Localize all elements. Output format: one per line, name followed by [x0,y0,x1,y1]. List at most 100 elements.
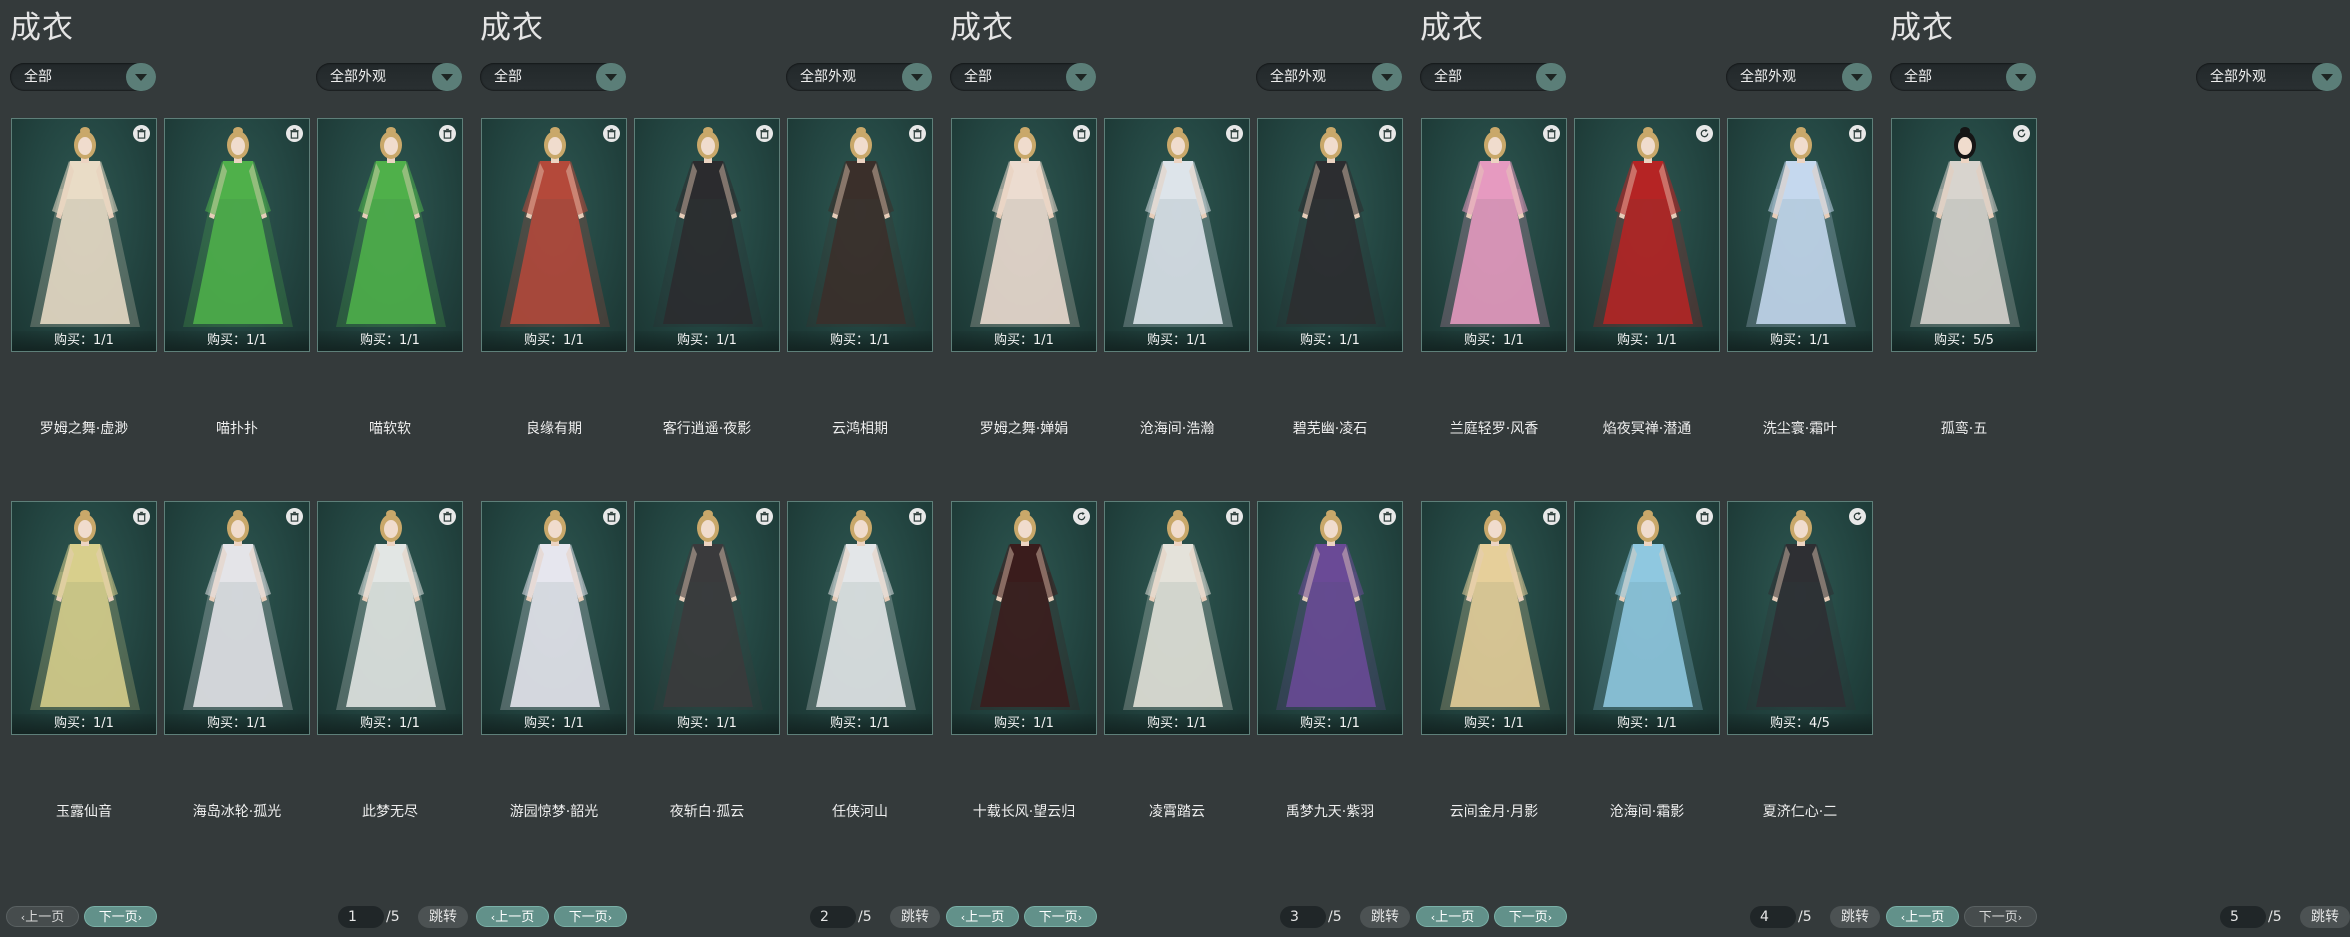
outfit-card[interactable]: 购买：1/1 [951,118,1097,352]
chevron-down-icon[interactable] [596,63,626,91]
prev-page-button[interactable]: ‹上一页 [476,906,549,927]
category-filter-dropdown[interactable]: 全部 [1890,63,2036,91]
outfit-card[interactable]: 购买：1/1 [1574,501,1720,735]
next-page-button[interactable]: 下一页› [1964,906,2037,927]
refresh-icon[interactable] [2013,125,2030,142]
chevron-down-icon[interactable] [1372,63,1402,91]
page-number-input[interactable]: 3 [1280,906,1326,928]
page-number-input[interactable]: 1 [338,906,384,928]
category-filter-dropdown[interactable]: 全部 [10,63,156,91]
outfit-card[interactable]: 购买：1/1 [164,118,310,352]
trash-icon[interactable] [133,508,150,525]
category-filter-dropdown[interactable]: 全部 [480,63,626,91]
trash-icon[interactable] [1849,125,1866,142]
next-page-button[interactable]: 下一页› [1024,906,1097,927]
outfit-card[interactable]: 购买：1/1 [634,501,780,735]
trash-icon[interactable] [286,508,303,525]
jump-button[interactable]: 跳转 [2300,906,2350,928]
outfit-card[interactable]: 购买：1/1 [481,118,627,352]
outfit-card[interactable]: 购买：1/1 [1727,118,1873,352]
outfit-card[interactable]: 购买：1/1 [317,118,463,352]
trash-icon[interactable] [756,508,773,525]
outfit-card[interactable]: 购买：1/1 [787,118,933,352]
outfit-card[interactable]: 购买：1/1 [951,501,1097,735]
trash-icon[interactable] [603,508,620,525]
outfit-preview-figure [1746,510,1856,710]
jump-button[interactable]: 跳转 [890,906,940,928]
jump-button[interactable]: 跳转 [1830,906,1880,928]
refresh-icon[interactable] [1073,508,1090,525]
chevron-down-icon[interactable] [1066,63,1096,91]
category-filter-value: 全部 [1904,69,1932,85]
trash-icon[interactable] [1073,125,1090,142]
jump-button[interactable]: 跳转 [418,906,468,928]
outfit-card[interactable]: 购买：1/1 [1257,118,1403,352]
category-filter-dropdown[interactable]: 全部 [1420,63,1566,91]
appearance-filter-dropdown[interactable]: 全部外观 [786,63,932,91]
trash-icon[interactable] [1543,508,1560,525]
chevron-down-icon[interactable] [126,63,156,91]
trash-icon[interactable] [756,125,773,142]
chevron-down-icon[interactable] [2312,63,2342,91]
trash-icon[interactable] [1543,125,1560,142]
category-filter-dropdown[interactable]: 全部 [950,63,1096,91]
outfit-card[interactable]: 购买：1/1 [1257,501,1403,735]
page-jumper: 4/5 跳转 [1750,906,1882,928]
trash-icon[interactable] [1696,508,1713,525]
prev-page-button[interactable]: ‹上一页 [1416,906,1489,927]
outfit-card[interactable]: 购买：1/1 [1104,118,1250,352]
trash-icon[interactable] [603,125,620,142]
appearance-filter-dropdown[interactable]: 全部外观 [1256,63,1402,91]
next-page-button[interactable]: 下一页› [84,906,157,927]
page-number-input[interactable]: 2 [810,906,856,928]
outfit-card[interactable]: 购买：1/1 [1421,118,1567,352]
trash-icon[interactable] [133,125,150,142]
appearance-filter-dropdown[interactable]: 全部外观 [316,63,462,91]
outfit-card[interactable]: 购买：1/1 [1104,501,1250,735]
wardrobe-panel: 成衣 全部 全部外观 购买：1/1 兰庭轻罗·风香 购买：1/1 焰夜冥禅·潜通 购买：1/1… [1410,0,1880,937]
outfit-card[interactable]: 购买：1/1 [1574,118,1720,352]
outfit-card[interactable]: 购买：1/1 [481,501,627,735]
trash-icon[interactable] [1226,125,1243,142]
trash-icon[interactable] [286,125,303,142]
outfit-card[interactable]: 购买：1/1 [317,501,463,735]
chevron-down-icon[interactable] [1842,63,1872,91]
appearance-filter-dropdown[interactable]: 全部外观 [2196,63,2342,91]
prev-page-button[interactable]: ‹上一页 [1886,906,1959,927]
outfit-name: 夏济仁心·二 [1762,804,1838,820]
outfit-preview-figure [500,510,610,710]
page-number-input[interactable]: 5 [2220,906,2266,928]
chevron-down-icon[interactable] [432,63,462,91]
appearance-filter-dropdown[interactable]: 全部外观 [1726,63,1872,91]
outfit-card[interactable]: 购买：1/1 [164,501,310,735]
chevron-down-icon[interactable] [1536,63,1566,91]
trash-icon[interactable] [439,508,456,525]
purchase-count: 购买：1/1 [1728,331,1872,351]
purchase-count: 购买：1/1 [165,714,309,734]
chevron-down-icon[interactable] [2006,63,2036,91]
outfit-card[interactable]: 购买：1/1 [11,118,157,352]
refresh-icon[interactable] [1696,125,1713,142]
outfit-card[interactable]: 购买：1/1 [787,501,933,735]
outfit-card[interactable]: 购买：1/1 [634,118,780,352]
next-page-button[interactable]: 下一页› [1494,906,1567,927]
trash-icon[interactable] [1379,508,1396,525]
trash-icon[interactable] [1379,125,1396,142]
outfit-card[interactable]: 购买：4/5 [1727,501,1873,735]
trash-icon[interactable] [909,125,926,142]
page-number-input[interactable]: 4 [1750,906,1796,928]
outfit-card[interactable]: 购买：1/1 [11,501,157,735]
jump-button[interactable]: 跳转 [1360,906,1410,928]
prev-page-button[interactable]: ‹上一页 [946,906,1019,927]
prev-page-button[interactable]: ‹上一页 [6,906,79,927]
outfit-card[interactable]: 购买：5/5 [1891,118,2037,352]
refresh-icon[interactable] [1849,508,1866,525]
trash-icon[interactable] [909,508,926,525]
trash-icon[interactable] [439,125,456,142]
outfit-preview-figure [1440,510,1550,710]
outfit-card[interactable]: 购买：1/1 [1421,501,1567,735]
wardrobe-panel: 成衣 全部 全部外观 购买：1/1 罗姆之舞·婵娟 购买：1/1 沧海间·浩瀚 购买：1/1 碧… [940,0,1410,937]
chevron-down-icon[interactable] [902,63,932,91]
next-page-button[interactable]: 下一页› [554,906,627,927]
trash-icon[interactable] [1226,508,1243,525]
